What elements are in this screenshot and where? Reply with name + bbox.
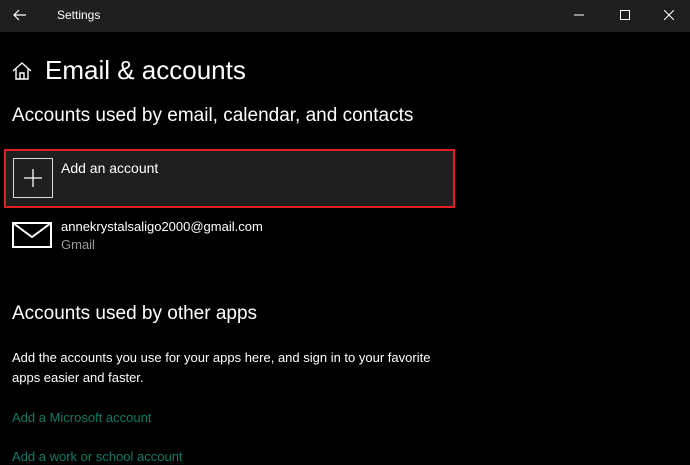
email-accounts-heading: Accounts used by email, calendar, and co…: [12, 105, 414, 126]
page-header: Email & accounts: [0, 50, 690, 90]
title-bar: Settings: [0, 0, 690, 32]
maximize-button[interactable]: [602, 0, 648, 30]
add-work-school-account-link[interactable]: Add a work or school account: [12, 449, 183, 465]
close-icon: [664, 10, 674, 20]
add-account-label: Add an account: [61, 160, 159, 176]
arrow-left-icon: [13, 9, 26, 21]
add-account-button[interactable]: Add an account: [4, 149, 455, 208]
maximize-icon: [620, 10, 630, 20]
back-button[interactable]: [0, 0, 40, 30]
add-account-icon-box: [13, 158, 53, 198]
minimize-button[interactable]: [556, 0, 602, 30]
mail-icon: [12, 222, 52, 248]
page-title: Email & accounts: [45, 55, 246, 85]
close-button[interactable]: [646, 0, 690, 30]
home-icon: [12, 62, 32, 80]
account-email: annekrystalsaligo2000@gmail.com: [61, 219, 263, 234]
minimize-icon: [574, 14, 584, 16]
add-microsoft-account-link[interactable]: Add a Microsoft account: [12, 410, 151, 426]
window-title: Settings: [57, 8, 101, 22]
other-apps-description: Add the accounts you use for your apps h…: [12, 350, 431, 385]
settings-window: Settings Email & accounts Accounts used …: [0, 0, 690, 465]
account-item[interactable]: annekrystalsaligo2000@gmail.com Gmail: [4, 214, 455, 264]
other-apps-heading: Accounts used by other apps: [12, 303, 258, 324]
account-provider: Gmail: [61, 237, 95, 252]
plus-icon: [24, 169, 42, 187]
